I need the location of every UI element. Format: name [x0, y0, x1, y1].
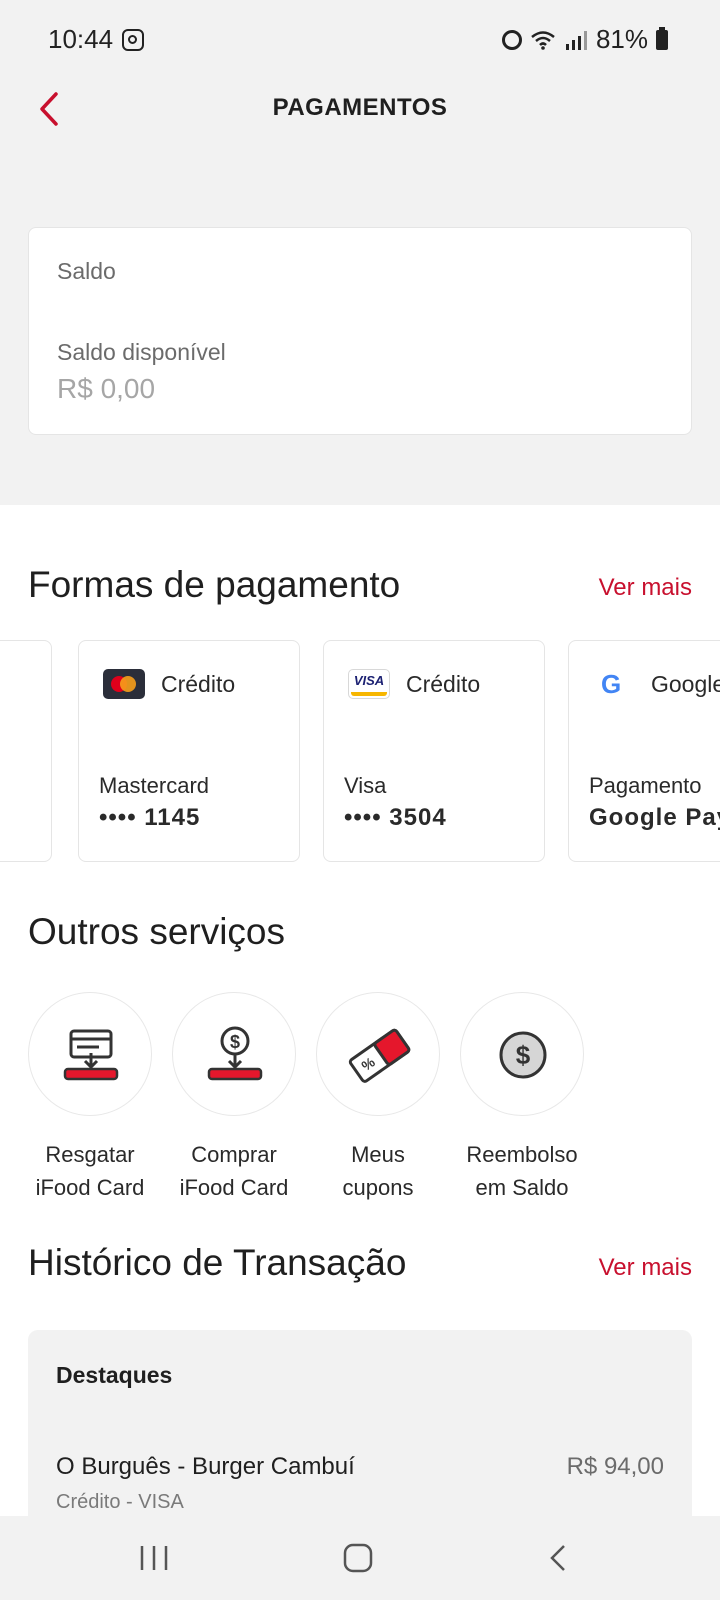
- payment-card-mastercard[interactable]: Crédito Mastercard •••• 1145: [78, 640, 300, 862]
- services-title: Outros serviços: [28, 911, 286, 952]
- transactions-panel: Destaques O Burguês - Burger Cambuí R$ 9…: [28, 1330, 692, 1530]
- svg-text:$: $: [230, 1032, 240, 1052]
- alarm-icon: [501, 29, 522, 50]
- transaction-amount: R$ 94,00: [566, 1453, 664, 1480]
- balance-heading: Saldo: [57, 258, 116, 284]
- service-label: Comprar iFood Card: [179, 1142, 289, 1200]
- transactions-see-more-link[interactable]: Ver mais: [599, 1254, 692, 1282]
- service-buy-ifood-card[interactable]: $ Comprar iFood Card: [172, 992, 296, 1204]
- card-brand: Visa: [344, 773, 387, 798]
- status-time: 10:44: [48, 24, 114, 54]
- service-label: Resgatar iFood Card: [35, 1142, 145, 1200]
- status-icons: 81%: [501, 24, 668, 55]
- service-icon-circle: %: [316, 992, 440, 1116]
- card-number: Google Pay: [589, 804, 720, 831]
- buy-card-icon: $: [207, 1026, 263, 1081]
- visa-logo-text: VISA: [353, 673, 385, 688]
- service-label: Meus cupons: [342, 1142, 414, 1200]
- back-nav-icon[interactable]: [538, 1538, 582, 1578]
- service-icon-circle: [28, 992, 152, 1116]
- service-icon-circle: $: [460, 992, 584, 1116]
- service-icon-circle: $: [172, 992, 296, 1116]
- header: PAGAMENTOS: [0, 80, 720, 150]
- payment-card-visa[interactable]: VISA Crédito Visa •••• 3504: [323, 640, 545, 862]
- payment-card-google-pay[interactable]: G Google Pay Pagamento Google Pay: [568, 640, 720, 862]
- payment-methods-title: Formas de pagamento: [28, 564, 401, 605]
- transaction-method: Crédito - VISA: [56, 1491, 184, 1513]
- battery-icon: [656, 26, 668, 50]
- card-number: •••• 1145: [99, 804, 201, 831]
- redeem-card-icon: [63, 1029, 119, 1081]
- service-redeem-ifood-card[interactable]: Resgatar iFood Card: [28, 992, 152, 1204]
- card-brand: Mastercard: [99, 773, 210, 798]
- payment-card-partial[interactable]: [0, 640, 52, 862]
- refund-icon: $: [499, 1031, 547, 1079]
- card-type: Crédito: [406, 671, 481, 697]
- home-icon[interactable]: [336, 1538, 380, 1578]
- system-navigation-bar: [0, 1516, 720, 1600]
- visa-icon: VISA: [348, 669, 390, 699]
- service-label: Reembolso em Saldo: [466, 1142, 578, 1200]
- transaction-name[interactable]: O Burguês - Burger Cambuí: [56, 1453, 355, 1481]
- card-type: Google Pay: [651, 671, 720, 697]
- balance-label: Saldo disponível: [57, 339, 226, 365]
- google-icon: G: [593, 669, 635, 699]
- balance-card[interactable]: Saldo Saldo disponível R$ 0,00: [28, 227, 692, 435]
- page-title: PAGAMENTOS: [272, 94, 448, 121]
- payment-methods-carousel[interactable]: Crédito Mastercard •••• 1145 VISA Crédit…: [0, 640, 720, 864]
- status-bar: 10:44 81%: [0, 0, 720, 80]
- card-brand: Pagamento: [589, 773, 702, 798]
- services-list: Resgatar iFood Card $ Comprar iFood Card %: [28, 992, 692, 1202]
- mastercard-icon: [103, 669, 145, 699]
- google-logo-text: G: [601, 669, 622, 699]
- card-type: Crédito: [161, 671, 236, 697]
- recent-apps-icon[interactable]: [132, 1538, 176, 1578]
- balance-value: R$ 0,00: [57, 373, 156, 404]
- instagram-icon: [122, 29, 144, 51]
- wifi-icon: [531, 30, 555, 50]
- transactions-title: Histórico de Transação: [28, 1242, 407, 1283]
- payment-methods-see-more-link[interactable]: Ver mais: [599, 574, 692, 602]
- card-number: •••• 3504: [344, 804, 447, 831]
- highlights-heading: Destaques: [56, 1362, 173, 1388]
- battery-percent: 81%: [595, 24, 648, 54]
- svg-text:$: $: [516, 1040, 531, 1070]
- service-refund-balance[interactable]: $ Reembolso em Saldo: [460, 992, 584, 1204]
- coupon-icon: %: [348, 1028, 411, 1083]
- signal-icon: [565, 30, 587, 50]
- service-my-coupons[interactable]: % Meus cupons: [316, 992, 440, 1204]
